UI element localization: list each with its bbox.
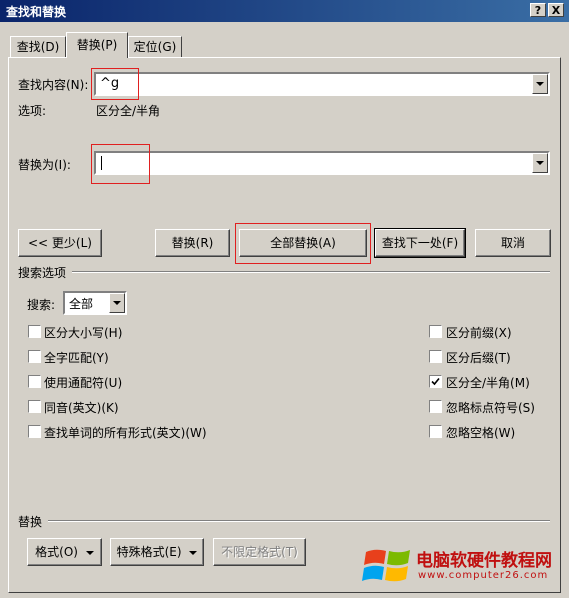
search-direction-value: 全部 <box>69 297 94 311</box>
option-match-suffix[interactable]: 区分后缀(T) <box>446 349 511 366</box>
divider <box>48 520 550 522</box>
watermark-text: 电脑软硬件教程网 <box>416 551 552 571</box>
chevron-down-icon <box>85 550 94 555</box>
chevron-down-icon <box>536 82 544 86</box>
format-button[interactable]: 格式(O) <box>27 538 102 566</box>
option-all-word-forms[interactable]: 查找单词的所有形式(英文)(W) <box>44 424 207 441</box>
watermark-url: www.computer26.com <box>418 570 549 581</box>
highlight-find <box>91 68 139 100</box>
checkbox-match-case[interactable] <box>28 325 41 338</box>
checkbox-sounds-like[interactable] <box>28 400 41 413</box>
highlight-replace-all <box>235 223 371 264</box>
divider <box>72 271 550 273</box>
tab-replace[interactable]: 替换(P) <box>66 32 128 58</box>
checkmark-icon <box>431 377 440 386</box>
search-direction-label: 搜索: <box>27 298 56 312</box>
checkbox-match-suffix[interactable] <box>429 350 442 363</box>
checkbox-match-prefix[interactable] <box>429 325 442 338</box>
option-ignore-whitespace[interactable]: 忽略空格(W) <box>446 424 515 441</box>
checkbox-ignore-punctuation[interactable] <box>429 400 442 413</box>
checkbox-match-width[interactable] <box>429 375 442 388</box>
no-formatting-button[interactable]: 不限定格式(T) <box>213 538 306 566</box>
checkbox-all-word-forms[interactable] <box>28 425 41 438</box>
option-match-width[interactable]: 区分全/半角(M) <box>446 374 530 391</box>
options-label: 选项: <box>18 104 47 118</box>
help-button[interactable]: ? <box>530 3 546 17</box>
find-label: 查找内容(N): <box>18 78 89 92</box>
search-direction-select[interactable]: 全部 <box>63 291 127 315</box>
window-title: 查找和替换 <box>6 5 67 19</box>
search-options-heading: 搜索选项 <box>18 266 67 280</box>
windows-logo-icon <box>362 549 410 582</box>
find-next-button[interactable]: 查找下一处(F) <box>374 228 466 258</box>
option-match-prefix[interactable]: 区分前缀(X) <box>446 324 512 341</box>
option-match-case[interactable]: 区分大小写(H) <box>44 324 122 341</box>
find-dropdown-button[interactable] <box>532 74 548 94</box>
chevron-down-icon <box>113 301 121 305</box>
option-ignore-punctuation[interactable]: 忽略标点符号(S) <box>446 399 535 416</box>
option-wildcards[interactable]: 使用通配符(U) <box>44 374 122 391</box>
tab-find[interactable]: 查找(D) <box>10 36 66 58</box>
less-button[interactable]: << 更少(L) <box>18 229 102 257</box>
replace-section-heading: 替换 <box>18 515 43 529</box>
checkbox-wildcards[interactable] <box>28 375 41 388</box>
find-input[interactable]: ^g <box>94 72 550 96</box>
cancel-button[interactable]: 取消 <box>475 229 551 257</box>
title-bar: 查找和替换 ? X <box>0 0 569 22</box>
option-sounds-like[interactable]: 同音(英文)(K) <box>44 399 119 416</box>
special-format-button-label: 特殊格式(E) <box>116 545 182 559</box>
replace-input[interactable] <box>94 151 550 175</box>
highlight-replace <box>91 144 150 184</box>
option-whole-word[interactable]: 全字匹配(Y) <box>44 349 109 366</box>
search-direction-dropdown[interactable] <box>109 293 125 313</box>
checkbox-whole-word[interactable] <box>28 350 41 363</box>
replace-button[interactable]: 替换(R) <box>155 229 230 257</box>
replace-label: 替换为(I): <box>18 158 71 172</box>
format-button-label: 格式(O) <box>35 545 78 559</box>
replace-dropdown-button[interactable] <box>532 153 548 173</box>
special-format-button[interactable]: 特殊格式(E) <box>110 538 204 566</box>
chevron-down-icon <box>536 161 544 165</box>
checkbox-ignore-whitespace[interactable] <box>429 425 442 438</box>
tab-goto[interactable]: 定位(G) <box>128 36 182 58</box>
chevron-down-icon <box>189 550 198 555</box>
close-button[interactable]: X <box>548 3 564 17</box>
options-value: 区分全/半角 <box>96 104 161 118</box>
watermark-logo: 电脑软硬件教程网 www.computer26.com <box>362 544 552 589</box>
